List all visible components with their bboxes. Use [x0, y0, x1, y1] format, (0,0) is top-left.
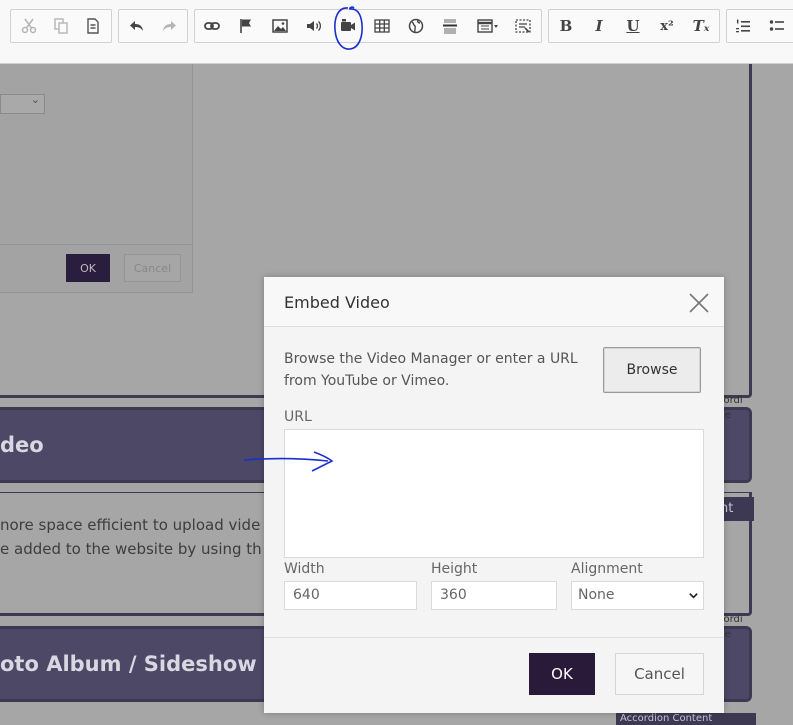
image-icon[interactable]: [266, 10, 294, 42]
history-group: [118, 9, 188, 43]
copy-icon[interactable]: [47, 10, 75, 42]
undo-icon[interactable]: [123, 10, 151, 42]
flag-icon[interactable]: [232, 10, 260, 42]
dialog-title: Embed Video: [284, 293, 390, 312]
photo-album-section-title: oto Album / Sideshow: [0, 652, 257, 676]
dialog-header: Embed Video: [264, 277, 724, 327]
table-icon[interactable]: [368, 10, 396, 42]
clear-format-icon[interactable]: Tₓ: [687, 10, 715, 42]
dialog-footer-divider: [264, 637, 724, 638]
bottom-tag: Accordion Content: [616, 713, 756, 725]
speaker-icon[interactable]: [300, 10, 328, 42]
alignment-selected-value: None: [578, 587, 615, 603]
background-dialog-divider: [0, 244, 193, 245]
bold-icon[interactable]: B: [552, 10, 580, 42]
bulleted-list-icon[interactable]: [763, 10, 791, 42]
format-group: B I U x² Tₓ: [548, 9, 720, 43]
height-label: Height: [431, 561, 478, 577]
scissors-icon[interactable]: [15, 10, 43, 42]
url-input[interactable]: [284, 429, 704, 558]
width-label: Width: [284, 561, 325, 577]
chevron-down-icon: [688, 582, 699, 611]
close-icon[interactable]: [688, 292, 710, 314]
list-group: [726, 9, 793, 43]
numbered-list-icon[interactable]: [729, 10, 757, 42]
browse-button[interactable]: Browse: [603, 347, 701, 393]
width-input[interactable]: 640: [284, 581, 417, 610]
editor-toolbar: B I U x² Tₓ: [0, 0, 793, 64]
underline-icon[interactable]: U: [619, 10, 647, 42]
widget-icon[interactable]: [509, 10, 537, 42]
paste-icon[interactable]: [79, 10, 107, 42]
dialog-description: Browse the Video Manager or enter a URL …: [284, 351, 578, 389]
background-select[interactable]: [0, 93, 45, 114]
url-label: URL: [284, 409, 312, 425]
cancel-button[interactable]: Cancel: [615, 653, 704, 695]
background-dialog: OK Cancel: [0, 64, 193, 293]
redo-icon[interactable]: [155, 10, 183, 42]
horizontal-rule-icon[interactable]: [436, 10, 464, 42]
background-ok-button[interactable]: OK: [66, 254, 110, 282]
video-section-title: deo: [0, 433, 44, 457]
alignment-label: Alignment: [571, 561, 643, 577]
height-input[interactable]: 360: [431, 581, 557, 610]
template-icon[interactable]: [471, 10, 505, 42]
alignment-select[interactable]: None: [571, 581, 704, 610]
background-cancel-button[interactable]: Cancel: [124, 254, 181, 282]
link-icon[interactable]: [198, 10, 226, 42]
embed-video-dialog: Embed Video Browse the Video Manager or …: [264, 277, 724, 713]
italic-icon[interactable]: I: [585, 10, 613, 42]
video-camera-icon[interactable]: [334, 10, 362, 42]
clipboard-group: [10, 9, 112, 43]
ok-button[interactable]: OK: [529, 653, 595, 695]
globe-icon[interactable]: [402, 10, 430, 42]
superscript-icon[interactable]: x²: [653, 10, 681, 42]
insert-group: [194, 9, 542, 43]
